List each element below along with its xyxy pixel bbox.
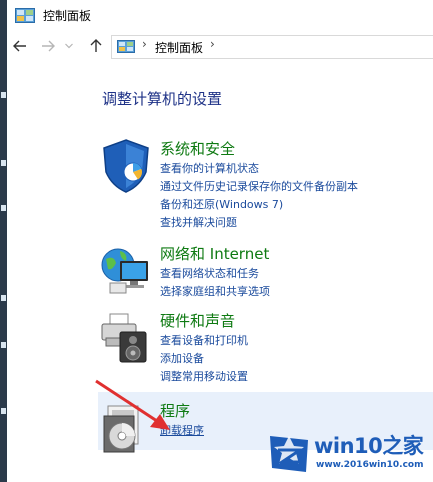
link-network-status[interactable]: 查看网络状态和任务 xyxy=(160,265,270,283)
page-title: 调整计算机的设置 xyxy=(102,90,223,108)
watermark: win10之家 www.2016win10.com xyxy=(268,426,433,482)
category-title[interactable]: 程序 xyxy=(160,400,190,421)
win10-logo-icon xyxy=(270,436,308,472)
arrow-right-icon xyxy=(42,40,55,52)
category-title[interactable]: 硬件和声音 xyxy=(160,310,235,331)
link-troubleshoot[interactable]: 查找并解决问题 xyxy=(160,214,358,232)
programs-disc-icon xyxy=(103,405,139,453)
control-panel-icon xyxy=(15,8,35,23)
network-globe-icon xyxy=(101,248,148,294)
address-bar[interactable]: › 控制面板 › xyxy=(111,35,433,59)
link-backup-restore[interactable]: 备份和还原(Windows 7) xyxy=(160,196,358,214)
watermark-url: www.2016win10.com xyxy=(316,460,424,470)
chevron-down-icon xyxy=(65,43,73,49)
background-window-edge xyxy=(0,0,7,482)
forward-button[interactable] xyxy=(39,36,57,56)
link-homegroup-sharing[interactable]: 选择家庭组和共享选项 xyxy=(160,283,270,301)
link-add-device[interactable]: 添加设备 xyxy=(160,350,248,368)
shield-icon xyxy=(103,139,149,193)
breadcrumb-separator[interactable]: › xyxy=(210,37,215,51)
window-title: 控制面板 xyxy=(43,9,92,23)
link-devices-printers[interactable]: 查看设备和打印机 xyxy=(160,332,248,350)
control-panel-icon xyxy=(117,40,135,53)
link-uninstall-program[interactable]: 卸载程序 xyxy=(160,422,204,440)
category-title[interactable]: 网络和 Internet xyxy=(160,243,269,264)
link-mobility-settings[interactable]: 调整常用移动设置 xyxy=(160,368,248,386)
up-button[interactable] xyxy=(87,36,105,56)
category-system-security: 系统和安全 查看你的计算机状态 通过文件历史记录保存你的文件备份副本 备份和还原… xyxy=(96,138,426,234)
breadcrumb-control-panel[interactable]: 控制面板 xyxy=(155,39,203,56)
arrow-left-icon xyxy=(13,40,26,52)
breadcrumb-separator[interactable]: › xyxy=(142,37,147,51)
title-bar: 控制面板 xyxy=(7,0,433,32)
category-title[interactable]: 系统和安全 xyxy=(160,138,235,159)
arrow-up-icon xyxy=(90,39,102,52)
category-hardware-sound: 硬件和声音 查看设备和打印机 添加设备 调整常用移动设置 xyxy=(96,310,426,390)
recent-locations-button[interactable] xyxy=(63,36,75,56)
back-button[interactable] xyxy=(11,36,29,56)
category-network-internet: 网络和 Internet 查看网络状态和任务 选择家庭组和共享选项 xyxy=(96,243,426,303)
printer-speaker-icon xyxy=(101,313,147,363)
navigation-bar: › 控制面板 › xyxy=(7,32,433,60)
link-file-history-backup[interactable]: 通过文件历史记录保存你的文件备份副本 xyxy=(160,178,358,196)
link-view-computer-status[interactable]: 查看你的计算机状态 xyxy=(160,160,358,178)
watermark-title: win10之家 xyxy=(314,434,424,458)
